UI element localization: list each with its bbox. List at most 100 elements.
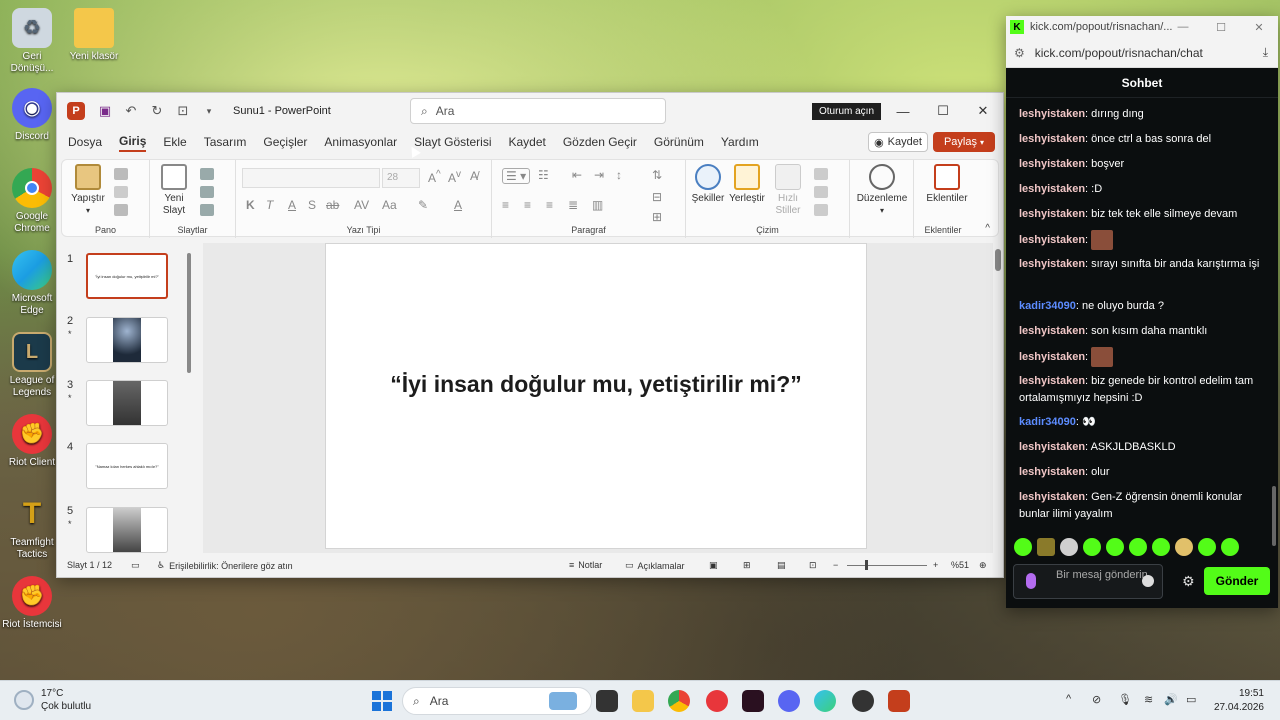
- format-painter-icon[interactable]: [114, 204, 128, 216]
- chat-username[interactable]: leshyistaken: [1019, 258, 1085, 270]
- emote-icon[interactable]: [1152, 538, 1170, 556]
- desktop-icon-tft[interactable]: T Teamfight Tactics: [0, 494, 64, 561]
- spacing-icon[interactable]: AV: [354, 198, 369, 212]
- font-name-field[interactable]: [242, 168, 380, 188]
- slide-thumbnail-1[interactable]: "İyi insan doğulur mu, yetiştirilir mi?": [86, 253, 168, 299]
- shadow-icon[interactable]: S: [308, 198, 316, 212]
- chat-username[interactable]: leshyistaken: [1019, 375, 1085, 387]
- weather-widget[interactable]: 17°C Çok bulutlu: [14, 687, 91, 713]
- chat-username[interactable]: leshyistaken: [1019, 491, 1085, 503]
- tab-dosya[interactable]: Dosya: [68, 135, 102, 151]
- chat-username[interactable]: leshyistaken: [1019, 441, 1085, 453]
- emote-icon[interactable]: [1221, 538, 1239, 556]
- align-right-icon[interactable]: ≡: [546, 198, 553, 212]
- desktop-icon-new-folder[interactable]: Yeni klasör: [62, 8, 126, 63]
- slide-thumbnail-5[interactable]: [86, 507, 168, 553]
- chrome-icon[interactable]: [668, 690, 690, 712]
- slide-thumbnail-4[interactable]: "Namaz kılan herkes ahlaklı mıdır?": [86, 443, 168, 489]
- desktop-icon-edge[interactable]: Microsoft Edge: [0, 250, 64, 317]
- desktop-icon-riot-client[interactable]: ✊ Riot Client: [0, 414, 64, 469]
- spell-check-icon[interactable]: ▭: [131, 560, 140, 571]
- tab-giris[interactable]: Giriş: [119, 134, 147, 152]
- desktop-icon-discord[interactable]: ◉ Discord: [0, 88, 64, 143]
- align-text-icon[interactable]: ⊟: [652, 190, 662, 204]
- wifi-icon[interactable]: ≋: [1144, 693, 1153, 706]
- present-icon[interactable]: ⊡: [173, 101, 193, 121]
- grow-font-icon[interactable]: A^: [428, 169, 441, 185]
- tab-slayt-gosterisi[interactable]: Slayt Gösterisi: [414, 135, 491, 151]
- paste-button[interactable]: Yapıştır ▾: [68, 164, 108, 217]
- tab-tasarim[interactable]: Tasarım: [204, 135, 247, 151]
- italic-icon[interactable]: T: [266, 198, 273, 212]
- reading-view-icon[interactable]: ▤: [777, 560, 786, 571]
- battery-icon[interactable]: ▭: [1186, 693, 1196, 706]
- discord-icon[interactable]: [778, 690, 800, 712]
- tab-yardim[interactable]: Yardım: [721, 135, 759, 151]
- comments-button[interactable]: ▭ Açıklamalar: [625, 560, 685, 571]
- text-direction-icon[interactable]: ⇅: [652, 168, 662, 182]
- columns-icon[interactable]: ▥: [592, 198, 603, 212]
- layout-icon[interactable]: [200, 168, 214, 180]
- windows-start-icon[interactable]: [372, 691, 392, 711]
- tab-animasyonlar[interactable]: Animasyonlar: [324, 135, 397, 151]
- clear-format-icon[interactable]: A̸: [470, 169, 478, 183]
- share-button[interactable]: Paylaş ▾: [933, 132, 995, 152]
- desktop-icon-league[interactable]: L League of Legends: [0, 332, 64, 399]
- emote-icon[interactable]: [1106, 538, 1124, 556]
- align-left-icon[interactable]: ≡: [502, 198, 509, 212]
- collapse-ribbon-icon[interactable]: ^: [985, 223, 990, 234]
- emote-icon[interactable]: [1083, 538, 1101, 556]
- slide-thumbnail-3[interactable]: [86, 380, 168, 426]
- clock[interactable]: 19:51 27.04.2026: [1212, 687, 1264, 715]
- minimize-icon[interactable]: —: [883, 93, 923, 129]
- chat-username[interactable]: leshyistaken: [1019, 234, 1085, 246]
- shape-outline-icon[interactable]: [814, 186, 828, 198]
- bold-icon[interactable]: K: [246, 198, 255, 212]
- tab-ekle[interactable]: Ekle: [163, 135, 186, 151]
- maximize-icon[interactable]: ☐: [923, 93, 963, 129]
- zoom-slider[interactable]: [847, 565, 927, 566]
- accessibility-status[interactable]: ♿ Erişilebilirlik: Önerilere göz atın: [157, 560, 293, 571]
- slide-title-text[interactable]: “İyi insan doğulur mu, yetiştirilir mi?”: [390, 371, 802, 398]
- addins-button[interactable]: Eklentiler: [922, 164, 972, 205]
- settings-gear-icon[interactable]: ⚙: [1182, 573, 1195, 590]
- edge-icon[interactable]: [814, 690, 836, 712]
- notes-button[interactable]: ≡ Notlar: [569, 560, 602, 570]
- slide-thumbnail-2[interactable]: [86, 317, 168, 363]
- task-view-icon[interactable]: [596, 690, 618, 712]
- emote-icon[interactable]: [1037, 538, 1055, 556]
- record-button[interactable]: ◉ Kaydet: [868, 132, 928, 152]
- chat-username[interactable]: kadir34090: [1019, 416, 1076, 428]
- redo-icon[interactable]: ↻: [147, 101, 167, 121]
- current-slide[interactable]: “İyi insan doğulur mu, yetiştirilir mi?”: [325, 243, 867, 549]
- signin-button[interactable]: Oturum açın: [812, 103, 882, 120]
- reset-icon[interactable]: [200, 186, 214, 198]
- minimize-icon[interactable]: —: [1164, 16, 1202, 38]
- tab-gozden-gecir[interactable]: Gözden Geçir: [563, 135, 637, 151]
- desktop-icon-chrome[interactable]: Google Chrome: [0, 168, 64, 235]
- smartart-icon[interactable]: ⊞: [652, 210, 662, 224]
- underline-icon[interactable]: A: [288, 198, 296, 212]
- cut-icon[interactable]: [114, 168, 128, 180]
- slide-sorter-icon[interactable]: ⊞: [743, 560, 751, 571]
- emote-icon[interactable]: [1198, 538, 1216, 556]
- zoom-in-icon[interactable]: +: [933, 560, 938, 570]
- chat-username[interactable]: leshyistaken: [1019, 133, 1085, 145]
- desktop-icon-recycle-bin[interactable]: ♻ Geri Dönüşü...: [0, 8, 64, 75]
- new-slide-button[interactable]: Yeni Slayt: [154, 164, 194, 217]
- bullets-icon[interactable]: ☰ ▾: [502, 168, 531, 184]
- numbering-icon[interactable]: ☷: [538, 168, 549, 182]
- emote-icon[interactable]: [1014, 538, 1032, 556]
- tab-gecisler[interactable]: Geçişler: [263, 135, 307, 151]
- maximize-icon[interactable]: ☐: [1202, 16, 1240, 38]
- network-off-icon[interactable]: ⊘: [1092, 693, 1101, 706]
- change-case-icon[interactable]: Aa: [382, 198, 397, 212]
- quick-styles-button[interactable]: Hızlı Stiller: [770, 164, 806, 217]
- obs-icon[interactable]: [852, 690, 874, 712]
- normal-view-icon[interactable]: ▣: [709, 560, 718, 571]
- site-info-icon[interactable]: ⚙: [1014, 46, 1025, 60]
- valorant-icon[interactable]: [742, 690, 764, 712]
- emoji-icon[interactable]: [1142, 575, 1154, 587]
- address-bar[interactable]: ⚙ kick.com/popout/risnachan/chat ⤓: [1006, 38, 1278, 68]
- chat-username[interactable]: kadir34090: [1019, 300, 1076, 312]
